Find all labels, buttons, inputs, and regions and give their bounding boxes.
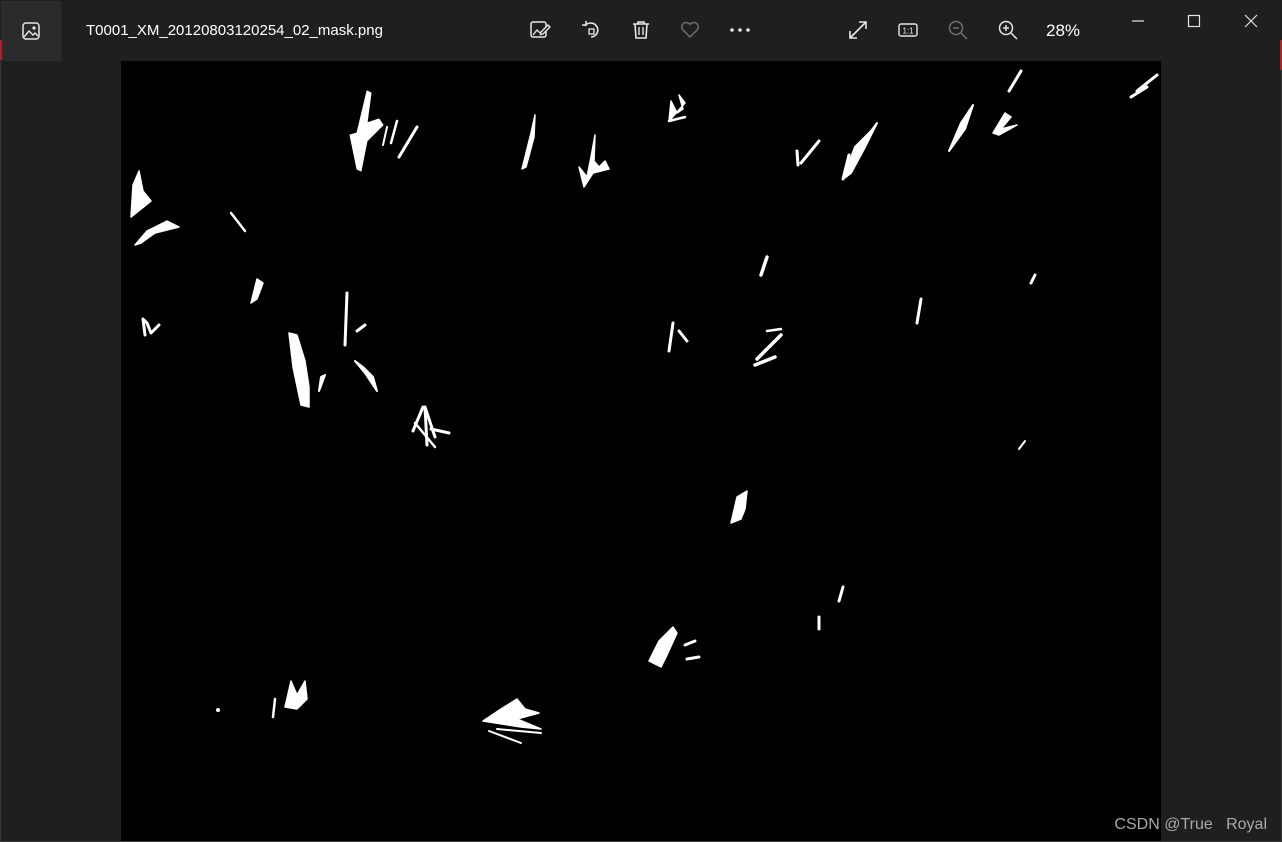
mask-blob <box>648 626 678 668</box>
mask-blob <box>318 374 326 392</box>
edit-image-icon <box>530 21 551 38</box>
mask-blob <box>354 360 378 392</box>
mask-blob <box>915 297 923 325</box>
mask-blob <box>397 125 419 159</box>
mask-blob <box>795 139 821 167</box>
zoom-level[interactable]: 28% <box>1046 21 1080 41</box>
rotate-icon <box>582 21 599 38</box>
actual-size-button[interactable]: 1:1 <box>893 15 923 45</box>
mask-blob <box>683 639 701 661</box>
edit-image-button[interactable] <box>525 15 555 45</box>
maximize-icon <box>1187 14 1201 28</box>
app-icon[interactable] <box>1 1 61 61</box>
mask-blob <box>134 220 180 246</box>
favorite-button[interactable] <box>675 15 705 45</box>
mask-blob <box>284 680 308 710</box>
actual-size-glyph: 1:1 <box>902 27 914 36</box>
mask-blob <box>250 278 264 304</box>
zoom-in-icon <box>998 20 1018 40</box>
mask-blob <box>667 321 689 353</box>
mask-blob <box>817 585 845 631</box>
more-options-button[interactable] <box>725 15 755 45</box>
title-bar: T0001_XM_20120803120254_02_mask.png 1:1 … <box>0 0 1282 61</box>
mask-blob <box>753 333 783 367</box>
mask-blob <box>730 490 748 524</box>
mask-blob <box>349 90 384 172</box>
zoom-out-icon <box>948 20 968 40</box>
mask-blob <box>578 134 610 188</box>
mask-blob <box>382 126 388 146</box>
fullscreen-icon <box>849 21 867 39</box>
photo-viewer-window: T0001_XM_20120803120254_02_mask.png 1:1 … <box>0 0 1282 842</box>
edge-accent <box>0 40 2 60</box>
mask-blob <box>271 697 277 719</box>
favorite-heart-icon <box>681 21 699 39</box>
more-options-icon <box>730 28 750 32</box>
close-icon <box>1244 14 1258 28</box>
rotate-button[interactable] <box>576 15 606 45</box>
mask-blob <box>141 317 161 337</box>
file-name: T0001_XM_20120803120254_02_mask.png <box>86 22 383 39</box>
mask-blob <box>389 119 399 145</box>
actual-size-icon: 1:1 <box>898 23 918 37</box>
mask-image <box>130 69 1159 744</box>
mask-blob <box>343 291 367 347</box>
close-window-button[interactable] <box>1234 7 1268 35</box>
mask-blob <box>992 112 1018 136</box>
mask-blob <box>288 332 310 408</box>
mask-blob <box>521 114 536 170</box>
mask-blob <box>1018 440 1026 450</box>
mask-blob <box>229 211 247 233</box>
mask-blob <box>765 327 783 333</box>
mask-blob <box>1129 73 1159 99</box>
maximize-button[interactable] <box>1177 7 1211 35</box>
image-canvas[interactable] <box>121 61 1161 841</box>
mask-blob <box>216 708 220 712</box>
mask-blob <box>759 255 769 277</box>
mask-blob <box>488 728 542 744</box>
mask-blob <box>130 170 152 218</box>
watermark: CSDN @True Royal <box>1114 816 1267 833</box>
delete-button[interactable] <box>626 15 656 45</box>
photos-app-icon <box>22 22 40 40</box>
zoom-in-button[interactable] <box>993 15 1023 45</box>
zoom-out-button[interactable] <box>943 15 973 45</box>
mask-blob <box>842 122 878 180</box>
mask-blob <box>1029 273 1037 285</box>
fullscreen-button[interactable] <box>843 15 873 45</box>
minimize-button[interactable] <box>1121 7 1155 35</box>
mask-blob <box>482 698 542 730</box>
minimize-icon <box>1132 20 1144 22</box>
mask-blob <box>1007 69 1023 93</box>
mask-blob <box>948 104 974 152</box>
delete-icon <box>633 21 649 39</box>
